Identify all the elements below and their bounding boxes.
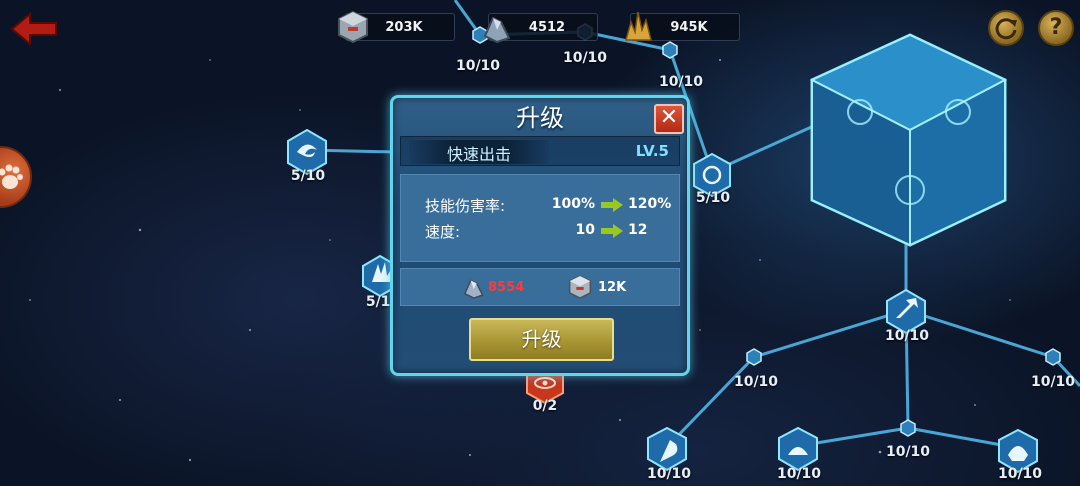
resource-ore-value: 4512 xyxy=(528,20,566,35)
skill-node-hammer[interactable] xyxy=(887,290,925,333)
stat-to-speed: 12 xyxy=(628,222,648,238)
resource-crystal-value: 945K xyxy=(670,20,708,35)
resource-crate: 203K xyxy=(338,10,455,44)
stat-to-damage: 120% xyxy=(628,196,672,212)
skill-node-bottom-b[interactable] xyxy=(779,428,817,470)
core-cube-node[interactable] xyxy=(812,35,1005,245)
node-label-top-c: 10/10 xyxy=(658,74,704,90)
ore-icon xyxy=(463,279,484,299)
dialog-title: 升级 xyxy=(516,104,564,132)
refresh-button[interactable] xyxy=(988,10,1024,46)
stats-panel: 技能伤害率: 100% 120% 速度: 10 12 xyxy=(400,174,680,262)
cost-panel: 8554 12K xyxy=(400,268,680,306)
paw-icon xyxy=(0,164,23,189)
skill-node-axe[interactable] xyxy=(648,428,686,470)
stat-label-speed: 速度: xyxy=(425,223,461,241)
back-arrow-icon[interactable] xyxy=(10,12,58,46)
resource-ore: 4512 xyxy=(483,13,598,44)
resource-crate-value: 203K xyxy=(385,20,423,35)
skill-level: LV.5 xyxy=(635,142,669,160)
node-label-bottom-c: 10/10 xyxy=(885,444,931,460)
close-button[interactable]: ✕ xyxy=(654,104,684,134)
node-label-top-a: 10/10 xyxy=(455,58,501,74)
node-label-mid-right: 10/10 xyxy=(1030,374,1076,390)
stat-from-speed: 10 xyxy=(575,222,595,238)
stat-label-damage: 技能伤害率: xyxy=(425,197,506,215)
arrow-right-icon xyxy=(601,224,623,238)
upgrade-dialog: 升级 ✕ 快速出击 LV.5 技能伤害率: 100% 120% 速度: 10 1… xyxy=(390,95,690,376)
pet-button[interactable] xyxy=(0,146,32,208)
skill-name: 快速出击 xyxy=(447,145,512,164)
stat-from-damage: 100% xyxy=(551,196,595,212)
arrow-right-icon xyxy=(601,198,623,212)
cost-ore-value: 8554 xyxy=(488,280,525,295)
upgrade-button[interactable]: 升级 xyxy=(469,318,614,361)
skill-header: 快速出击 LV.5 xyxy=(400,136,680,166)
skill-node-vortex[interactable] xyxy=(694,154,730,196)
skill-node-swirl[interactable] xyxy=(288,130,326,174)
crate-icon xyxy=(568,275,592,299)
refresh-icon xyxy=(995,18,1017,40)
skill-node-bottom-d[interactable] xyxy=(999,430,1037,472)
node-label-mid-left: 10/10 xyxy=(733,374,779,390)
resource-crystal: 945K xyxy=(625,11,740,41)
help-button[interactable]: ? xyxy=(1038,10,1074,46)
cost-crate-value: 12K xyxy=(598,280,627,295)
node-label-top-b: 10/10 xyxy=(562,50,608,66)
